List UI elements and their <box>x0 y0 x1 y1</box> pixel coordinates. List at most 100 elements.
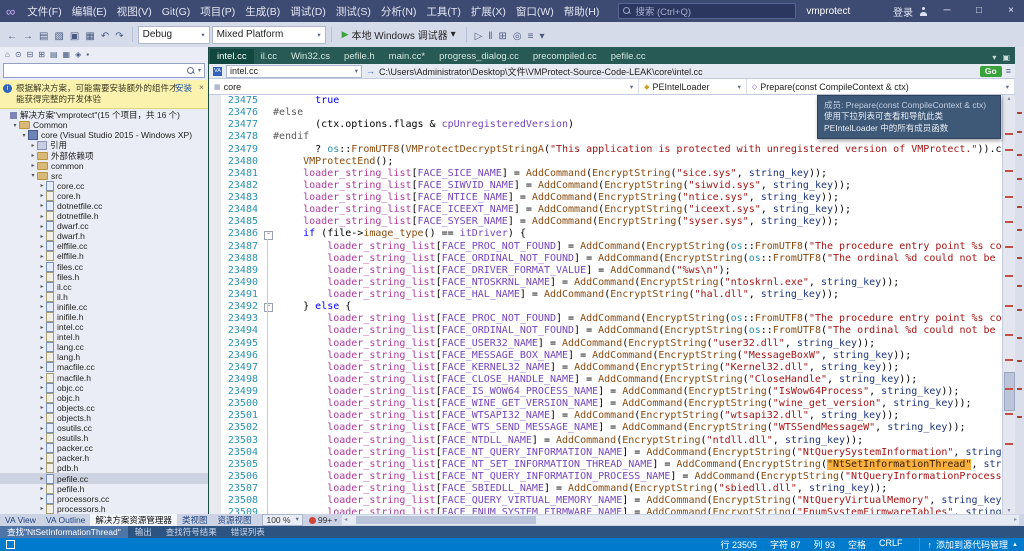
document-tab[interactable]: main.cc* <box>382 49 432 64</box>
tree-item[interactable]: ▸objc.h <box>0 393 208 403</box>
expander-icon[interactable]: ▾ <box>29 172 37 179</box>
panel-tab[interactable]: 类视图 <box>177 514 213 526</box>
scroll-down-icon[interactable]: ▾ <box>1003 507 1015 514</box>
tree-item[interactable]: ▸lang.cc <box>0 342 208 352</box>
close-icon[interactable]: × <box>199 82 204 93</box>
code-line[interactable]: loader_string_list[FACE_IS_WOW64_PROCESS… <box>273 386 1002 398</box>
tree-item[interactable]: ▾core (Visual Studio 2015 - Windows XP) <box>0 130 208 140</box>
menu-item[interactable]: 生成(B) <box>240 6 285 18</box>
expander-icon[interactable]: ▸ <box>38 293 46 300</box>
code-line[interactable]: loader_string_list[FACE_ENUM_SYSTEM_FIRM… <box>273 507 1002 514</box>
code-line[interactable]: loader_string_list[FACE_USER32_NAME] = A… <box>273 338 1002 350</box>
save-all-icon[interactable]: ▦ <box>82 31 97 42</box>
document-tab[interactable]: precompiled.cc <box>526 49 604 64</box>
breakpoint-margin[interactable] <box>209 95 221 514</box>
code-line[interactable]: loader_string_list[FACE_SBIEDLL_NAME] = … <box>273 483 1002 495</box>
install-link[interactable]: 安装 <box>175 83 192 94</box>
expander-icon[interactable]: ▸ <box>38 303 46 310</box>
code-line[interactable]: loader_string_list[FACE_MESSAGE_BOX_NAME… <box>273 350 1002 362</box>
outlining-margin[interactable]: −− <box>263 95 273 514</box>
tree-item[interactable]: ▸packer.cc <box>0 443 208 453</box>
minimize-button[interactable]: ─ <box>934 0 960 22</box>
redo-icon[interactable]: ↷ <box>112 31 126 42</box>
menu-item[interactable]: 视图(V) <box>112 6 157 18</box>
tree-item[interactable]: ▸dwarf.cc <box>0 221 208 231</box>
break-all-icon[interactable]: ‖ <box>485 31 495 42</box>
expander-icon[interactable]: ▸ <box>38 485 46 492</box>
code-line[interactable]: loader_string_list[FACE_NTICE_NAME] = Ad… <box>273 192 1002 204</box>
go-button[interactable]: Go <box>980 66 1002 77</box>
panel-tab[interactable]: VA View <box>0 514 41 526</box>
tree-item[interactable]: ▸inifile.cc <box>0 302 208 312</box>
document-tab[interactable]: Win32.cs <box>284 49 337 64</box>
expander-icon[interactable]: ▸ <box>38 435 46 442</box>
va-menu-icon[interactable]: ≡ <box>1006 66 1011 76</box>
expander-icon[interactable]: ▸ <box>38 344 46 351</box>
tree-item[interactable]: ▸dwarf.h <box>0 231 208 241</box>
expander-icon[interactable]: ▸ <box>38 414 46 421</box>
expander-icon[interactable]: ▸ <box>38 354 46 361</box>
document-tab[interactable]: pefile.h <box>337 49 382 64</box>
code-line[interactable]: loader_string_list[FACE_ICEEXT_NAME] = A… <box>273 204 1002 216</box>
tree-item[interactable]: ▸elffile.cc <box>0 241 208 251</box>
tree-item[interactable]: ▸dotnetfile.h <box>0 211 208 221</box>
member-dropdown[interactable]: ◇ Prepare(const CompileContext & ctx)▾ <box>747 79 1015 94</box>
tree-item[interactable]: ▸core.h <box>0 191 208 201</box>
code-line[interactable]: loader_string_list[FACE_ORDINAL_NOT_FOUN… <box>273 325 1002 337</box>
expander-icon[interactable]: ▸ <box>38 475 46 482</box>
tree-item[interactable]: 解决方案"vmprotect"(15 个项目，共 16 个) <box>0 110 208 120</box>
attach-icon[interactable]: ▷ <box>472 31 486 42</box>
expander-icon[interactable]: ▸ <box>38 465 46 472</box>
start-debugging-button[interactable]: ▶ 本地 Windows 调试器 ▾ <box>337 27 461 42</box>
scroll-up-icon[interactable]: ▴ <box>1003 95 1015 102</box>
expander-icon[interactable]: ▸ <box>38 263 46 270</box>
bottom-panel-tab[interactable]: 查找符号结果 <box>159 526 224 538</box>
expander-icon[interactable]: ▸ <box>29 142 37 149</box>
code-line[interactable]: loader_string_list[FACE_NT_QUERY_INFORMA… <box>273 447 1002 459</box>
bottom-panel-tab[interactable]: 查找"NtSetInformationThread" <box>0 526 128 538</box>
expander-icon[interactable]: ▸ <box>38 324 46 331</box>
show-all-files-icon[interactable]: ⊞ <box>38 50 45 59</box>
tree-item[interactable]: ▸files.cc <box>0 262 208 272</box>
menu-item[interactable]: 文件(F) <box>22 6 66 18</box>
project-dropdown[interactable]: ▦ core▾ <box>209 79 639 94</box>
expander-icon[interactable]: ▸ <box>38 505 46 512</box>
collapse-all-icon[interactable]: ⊟ <box>27 50 34 59</box>
close-button[interactable]: × <box>998 0 1024 22</box>
expander-icon[interactable]: ▸ <box>38 223 46 230</box>
file-health-badge[interactable]: 99+ <box>318 515 332 525</box>
expander-icon[interactable]: ▸ <box>38 314 46 321</box>
tree-item[interactable]: ▸il.h <box>0 292 208 302</box>
tree-item[interactable]: ▸objects.h <box>0 413 208 423</box>
tree-item[interactable]: ▸files.h <box>0 272 208 282</box>
expander-icon[interactable]: ▸ <box>38 273 46 280</box>
code-line[interactable]: loader_string_list[FACE_WTS_SEND_MESSAGE… <box>273 422 1002 434</box>
menu-item[interactable]: 扩展(X) <box>466 6 511 18</box>
tree-item[interactable]: ▸外部依赖项 <box>0 150 208 160</box>
menu-item[interactable]: 调试(D) <box>285 6 331 18</box>
tree-item[interactable]: ▸packer.h <box>0 453 208 463</box>
code-line[interactable]: loader_string_list[FACE_NTOSKRNL_NAME] =… <box>273 277 1002 289</box>
tree-item[interactable]: ▸objects.cc <box>0 403 208 413</box>
nav-forward-icon[interactable]: → <box>20 31 36 42</box>
panel-tab[interactable]: 资源视图 <box>212 514 256 526</box>
code-line[interactable]: loader_string_list[FACE_SYSER_NAME] = Ad… <box>273 216 1002 228</box>
tree-item[interactable]: ▸osutils.h <box>0 433 208 443</box>
find-in-files-icon[interactable]: ◎ <box>510 31 525 42</box>
panel-tab[interactable]: VA Outline <box>41 514 91 526</box>
annotation-strip[interactable] <box>1015 47 1024 514</box>
type-dropdown[interactable]: ◆ PEIntelLoader▾ <box>639 79 747 94</box>
bottom-panel-tab[interactable]: 错误列表 <box>224 526 272 538</box>
document-tab[interactable]: intel.cc <box>210 49 254 64</box>
tree-item[interactable]: ▸objc.cc <box>0 383 208 393</box>
tree-item[interactable]: ▸intel.cc <box>0 322 208 332</box>
code-line[interactable]: loader_string_list[FACE_HAL_NAME] = AddC… <box>273 289 1002 301</box>
document-tab[interactable]: progress_dialog.cc <box>432 49 526 64</box>
tree-item[interactable]: ▾src <box>0 171 208 181</box>
code-line[interactable]: loader_string_list[FACE_WTSAPI32_NAME] =… <box>273 410 1002 422</box>
open-file-icon[interactable]: ▧ <box>51 31 66 42</box>
configuration-dropdown[interactable]: Debug▾ <box>138 26 210 44</box>
code-line[interactable]: loader_string_list[FACE_QUERY_VIRTUAL_ME… <box>273 495 1002 507</box>
tree-item[interactable]: ▸inifile.h <box>0 312 208 322</box>
document-list-icon[interactable]: ▾ <box>992 53 996 62</box>
